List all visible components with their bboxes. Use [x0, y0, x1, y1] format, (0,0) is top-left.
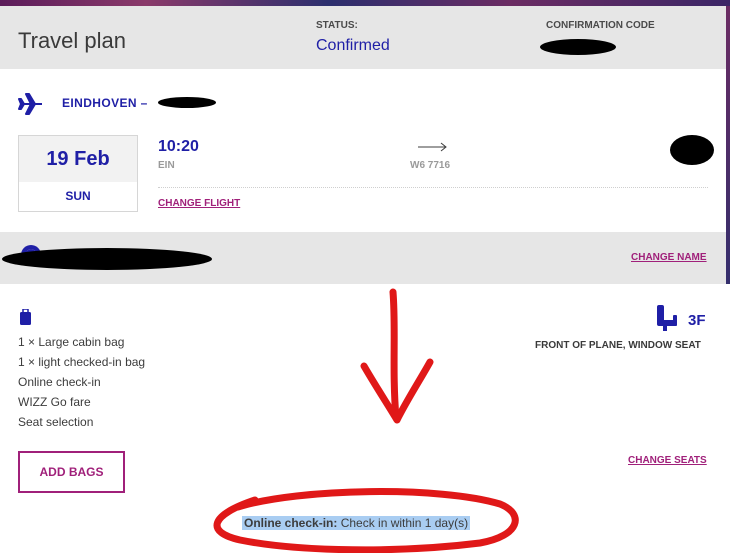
list-item: Online check-in [18, 375, 101, 389]
redaction-scribble [158, 97, 216, 108]
date-box: 19 Feb SUN [18, 135, 138, 212]
seat-description: FRONT OF PLANE, WINDOW SEAT [535, 340, 701, 351]
travel-plan-header: Travel plan STATUS: Confirmed CONFIRMATI… [0, 6, 726, 69]
redaction-scribble [540, 39, 616, 55]
change-seats-link[interactable]: CHANGE SEATS [628, 455, 707, 466]
flight-date: 19 Feb [19, 136, 137, 182]
change-name-link[interactable]: CHANGE NAME [631, 252, 707, 263]
airplane-icon [18, 93, 42, 115]
divider [158, 187, 708, 188]
luggage-icon [20, 309, 31, 325]
list-item: 1 × Large cabin bag [18, 335, 125, 349]
status-label: STATUS: [316, 20, 358, 31]
departure-time: 10:20 [158, 138, 199, 155]
flight-number: W6 7716 [410, 160, 451, 171]
list-item: Seat selection [18, 415, 94, 429]
redaction-scribble [2, 248, 212, 270]
seat-number: 3F [688, 312, 706, 329]
arrow-right-icon [418, 142, 447, 152]
seat-icon [657, 305, 677, 331]
services-section: 1 × Large cabin bag 1 × light checked-in… [0, 284, 730, 553]
checkin-label: Online check-in: [244, 516, 338, 530]
add-bags-button[interactable]: ADD BAGS [18, 451, 125, 493]
list-item: WIZZ Go fare [18, 395, 91, 409]
change-flight-link[interactable]: CHANGE FLIGHT [158, 198, 240, 209]
flight-weekday: SUN [65, 189, 91, 203]
checkin-status: Online check-in: Check in within 1 day(s… [242, 516, 471, 530]
route-label: EINDHOVEN – [62, 96, 148, 110]
status-value: Confirmed [316, 37, 390, 54]
background-edge [726, 6, 730, 326]
services-list: 1 × Large cabin bag 1 × light checked-in… [18, 332, 145, 432]
passenger-bar: CHANGE NAME [0, 232, 726, 284]
confirmation-code-label: CONFIRMATION CODE [546, 20, 655, 31]
list-item: 1 × light checked-in bag [18, 355, 146, 369]
page-title: Travel plan [18, 28, 127, 53]
redaction-scribble [670, 135, 714, 165]
checkin-text: Check in within 1 day(s) [337, 516, 469, 530]
flight-card: EINDHOVEN – 19 Feb SUN 10:20 EIN W6 7716… [0, 69, 726, 232]
departure-airport-code: EIN [158, 160, 175, 171]
